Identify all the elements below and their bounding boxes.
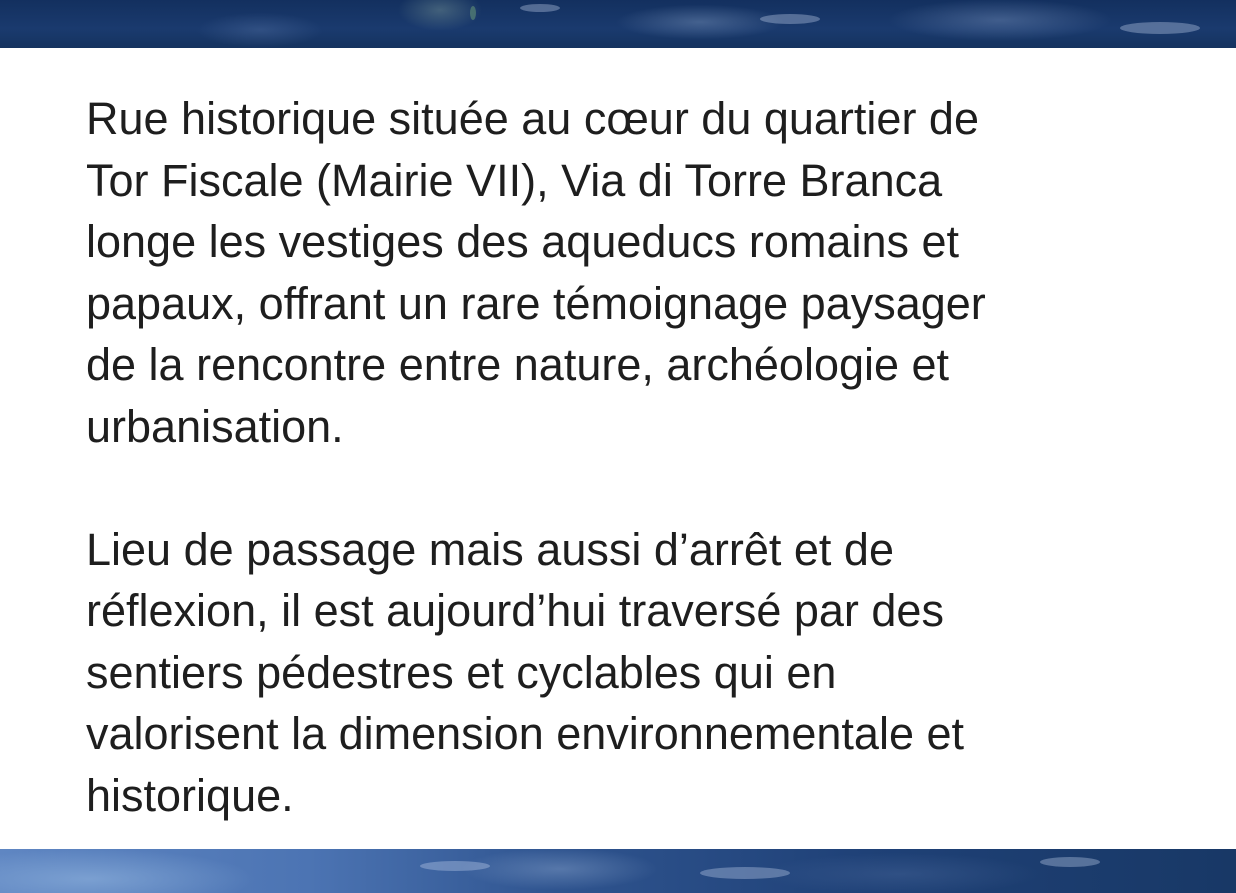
paragraph-2: Lieu de passage mais aussi d’arrêt et de… (86, 523, 965, 821)
paragraph-1: Rue historique située au cœur du quartie… (86, 93, 986, 452)
slide: Rue historique située au cœur du quartie… (0, 0, 1236, 893)
top-banner-image (0, 0, 1236, 48)
bottom-banner-image (0, 849, 1236, 893)
body-text: Rue historique située au cœur du quartie… (86, 88, 1166, 826)
